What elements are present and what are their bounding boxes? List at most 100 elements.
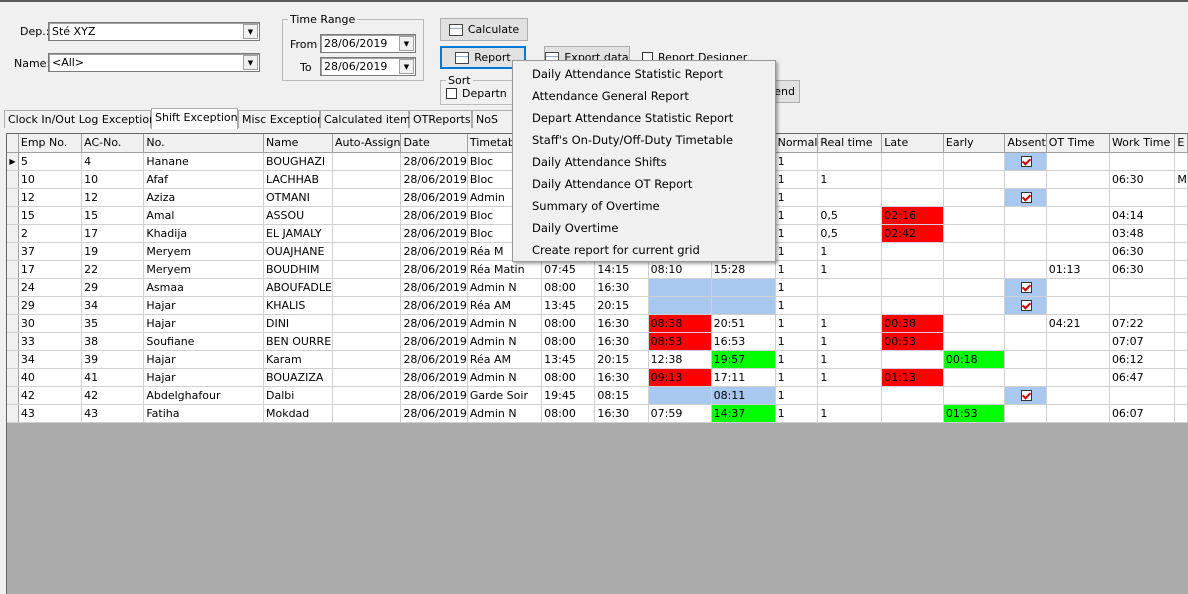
tab-shift-exception[interactable]: Shift Exception — [151, 108, 238, 129]
table-cell[interactable]: 06:30 — [1109, 260, 1176, 279]
menu-item[interactable]: Staff's On-Duty/Off-Duty Timetable — [513, 129, 775, 151]
absent-checkbox[interactable] — [1021, 390, 1033, 401]
table-cell[interactable]: 15 — [81, 206, 145, 225]
table-cell[interactable]: 07:59 — [648, 404, 712, 423]
absent-checkbox[interactable] — [1021, 192, 1033, 203]
from-date-picker[interactable]: 28/06/2019 ▼ — [320, 34, 416, 53]
table-cell[interactable]: 29 — [18, 296, 83, 315]
table-cell[interactable]: 1 — [775, 206, 819, 225]
table-cell[interactable]: Admin N — [467, 332, 543, 351]
table-cell[interactable] — [332, 260, 402, 279]
table-cell[interactable] — [332, 296, 402, 315]
table-cell[interactable]: 1 — [817, 404, 883, 423]
table-cell[interactable] — [648, 296, 712, 315]
row-indicator[interactable] — [7, 206, 19, 225]
table-cell[interactable]: 20:15 — [594, 350, 649, 369]
row-indicator[interactable] — [7, 314, 19, 333]
to-date-picker[interactable]: 28/06/2019 ▼ — [320, 57, 416, 76]
table-cell[interactable]: 12 — [81, 188, 145, 207]
column-header[interactable]: Normal — [775, 134, 819, 153]
table-cell[interactable]: 28/06/2019 — [400, 206, 468, 225]
table-cell[interactable]: 28/06/2019 — [400, 350, 468, 369]
table-cell[interactable] — [817, 188, 883, 207]
table-cell[interactable] — [332, 242, 402, 261]
sort-department-checkbox[interactable] — [446, 88, 457, 99]
table-cell[interactable]: 1 — [775, 368, 819, 387]
table-cell[interactable]: BOUAZIZA — [263, 368, 333, 387]
absent-checkbox[interactable] — [1021, 300, 1033, 311]
table-cell[interactable]: OTMANI — [263, 188, 333, 207]
tab-no-shift[interactable]: NoS — [472, 110, 516, 128]
table-cell[interactable]: 10 — [18, 170, 83, 189]
table-cell[interactable] — [1004, 206, 1047, 225]
table-cell[interactable]: 1 — [775, 314, 819, 333]
table-cell[interactable] — [817, 386, 883, 405]
table-cell[interactable]: 41 — [81, 368, 145, 387]
table-cell[interactable]: 34 — [81, 296, 145, 315]
table-cell[interactable]: 08:00 — [541, 278, 596, 297]
table-cell[interactable] — [881, 404, 944, 423]
table-cell[interactable] — [332, 404, 402, 423]
table-cell[interactable]: 28/06/2019 — [400, 260, 468, 279]
row-indicator[interactable] — [7, 368, 19, 387]
row-indicator[interactable] — [7, 350, 19, 369]
tab-misc-exception[interactable]: Misc Exception — [238, 110, 324, 128]
menu-item[interactable]: Summary of Overtime — [513, 195, 775, 217]
table-row[interactable]: 34 39 Hajar Karam 28/06/2019 Réa AM 13:45 20:15… — [7, 350, 1188, 369]
table-cell[interactable]: ASSOU — [263, 206, 333, 225]
table-cell[interactable]: 13:45 — [541, 296, 596, 315]
table-cell[interactable] — [711, 278, 776, 297]
table-cell[interactable]: 28/06/2019 — [400, 296, 468, 315]
table-cell[interactable]: BEN OURRE — [263, 332, 333, 351]
absent-checkbox[interactable] — [1021, 156, 1033, 167]
table-cell[interactable] — [332, 206, 402, 225]
table-cell[interactable]: Mokdad — [263, 404, 333, 423]
table-cell[interactable]: 24 — [18, 278, 83, 297]
table-cell[interactable] — [1004, 260, 1047, 279]
table-cell[interactable] — [1046, 404, 1110, 423]
table-cell[interactable] — [332, 224, 402, 243]
table-cell[interactable]: Réa AM — [467, 350, 543, 369]
table-cell[interactable] — [1004, 368, 1047, 387]
table-cell[interactable]: 08:00 — [541, 332, 596, 351]
row-indicator[interactable] — [7, 386, 19, 405]
table-cell[interactable]: 1 — [775, 224, 819, 243]
table-cell[interactable]: 06:30 — [1109, 242, 1176, 261]
table-cell[interactable] — [881, 170, 944, 189]
table-cell[interactable] — [1174, 404, 1188, 423]
table-cell[interactable] — [1046, 152, 1110, 171]
table-cell[interactable] — [1046, 296, 1110, 315]
table-cell[interactable]: 4 — [81, 152, 145, 171]
table-cell[interactable] — [332, 152, 402, 171]
table-cell[interactable]: 1 — [775, 332, 819, 351]
menu-item[interactable]: Daily Attendance OT Report — [513, 173, 775, 195]
table-cell[interactable]: Admin N — [467, 368, 543, 387]
menu-item[interactable]: Attendance General Report — [513, 85, 775, 107]
table-cell[interactable]: 1 — [775, 296, 819, 315]
table-cell[interactable]: 1 — [775, 152, 819, 171]
column-header[interactable]: Early — [943, 134, 1006, 153]
column-header[interactable]: Name — [263, 134, 333, 153]
table-cell[interactable]: 16:53 — [711, 332, 776, 351]
table-cell[interactable]: 08:00 — [541, 404, 596, 423]
table-cell[interactable] — [1046, 242, 1110, 261]
table-cell[interactable]: 43 — [18, 404, 83, 423]
table-cell[interactable]: 28/06/2019 — [400, 278, 468, 297]
table-cell[interactable]: 04:14 — [1109, 206, 1176, 225]
table-cell[interactable] — [648, 386, 712, 405]
table-cell[interactable]: BOUGHAZI — [263, 152, 333, 171]
table-cell[interactable]: 1 — [775, 404, 819, 423]
row-indicator[interactable] — [7, 170, 19, 189]
table-cell[interactable]: 1 — [775, 242, 819, 261]
menu-item[interactable]: Daily Overtime — [513, 217, 775, 239]
table-cell[interactable]: 42 — [81, 386, 145, 405]
column-header[interactable]: Emp No. — [18, 134, 83, 153]
table-cell[interactable]: 16:30 — [594, 314, 649, 333]
table-cell[interactable]: Hajar — [143, 350, 264, 369]
table-cell[interactable]: 2 — [18, 224, 83, 243]
table-cell[interactable]: 08:11 — [711, 386, 776, 405]
table-cell[interactable]: Afaf — [143, 170, 264, 189]
table-cell[interactable]: 03:48 — [1109, 224, 1176, 243]
table-cell[interactable]: Aziza — [143, 188, 264, 207]
table-cell[interactable]: 1 — [775, 386, 819, 405]
